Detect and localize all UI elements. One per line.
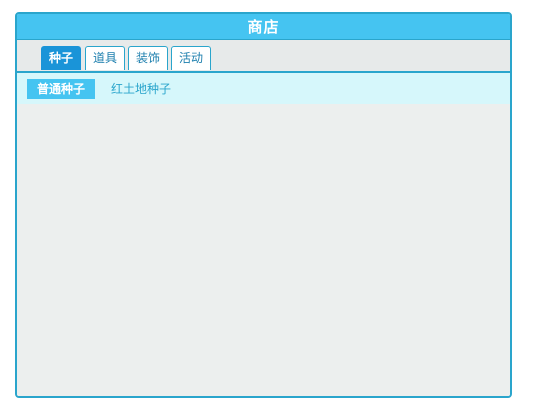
shop-window: 商店 种子 道具 装饰 活动 普通种子 红土地种子 [15,12,512,398]
tab-strip: 种子 道具 装饰 活动 [17,40,510,73]
tab-decorations[interactable]: 装饰 [128,46,168,70]
category-bar: 普通种子 红土地种子 [17,73,510,104]
category-label[interactable]: 普通种子 [27,79,95,99]
item-red-soil-seed[interactable]: 红土地种子 [111,79,171,99]
tab-seeds[interactable]: 种子 [41,46,81,70]
item-list-area [17,104,510,396]
tab-events[interactable]: 活动 [171,46,211,70]
shop-title: 商店 [17,14,510,40]
tab-tools[interactable]: 道具 [85,46,125,70]
